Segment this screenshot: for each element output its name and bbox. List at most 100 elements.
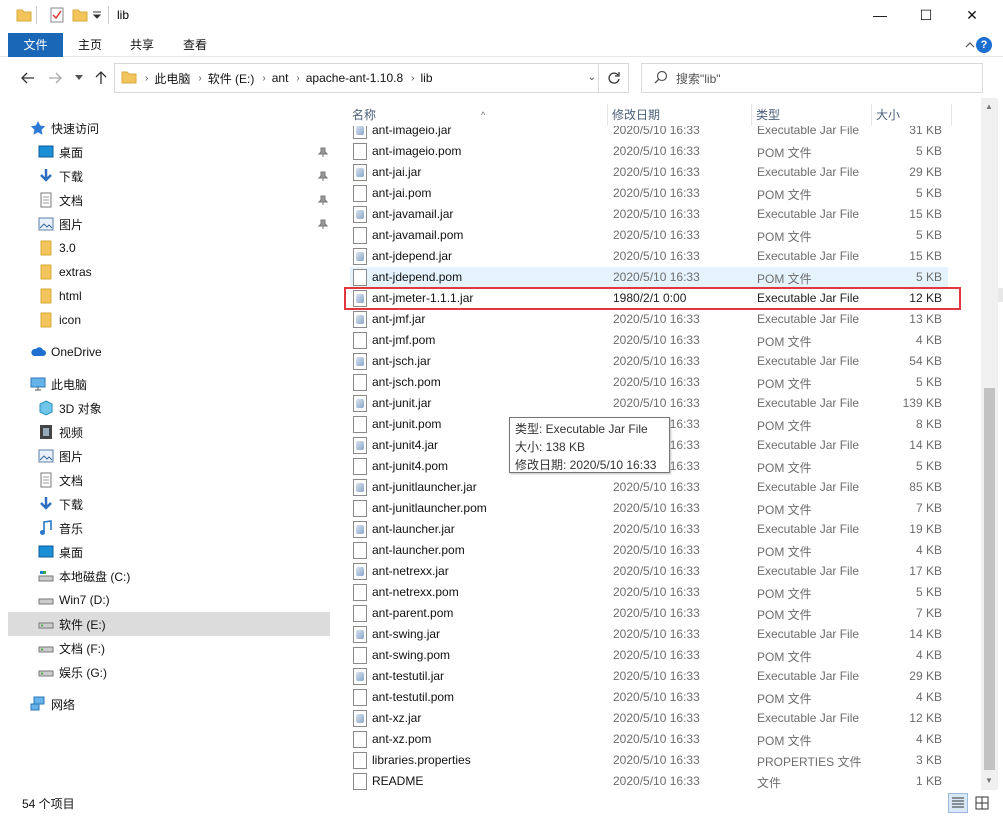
file-row[interactable]: ant-jai.pom 2020/5/10 16:33 POM 文件 5 KB bbox=[350, 183, 948, 204]
back-arrow-icon[interactable] bbox=[19, 69, 37, 87]
file-row[interactable]: ant-testutil.jar 2020/5/10 16:33 Executabl… bbox=[350, 666, 948, 687]
file-row[interactable]: ant-parent.pom 2020/5/10 16:33 POM 文件 7 KB bbox=[350, 603, 948, 624]
tab-view[interactable]: 查看 bbox=[169, 33, 221, 57]
breadcrumb-apache-ant[interactable]: apache-ant-1.10.8 bbox=[306, 71, 403, 85]
file-row[interactable]: ant-testutil.pom 2020/5/10 16:33 POM 文件 4 K… bbox=[350, 687, 948, 708]
column-header-date[interactable]: 修改日期 bbox=[607, 104, 751, 126]
scroll-down-icon[interactable]: ▼ bbox=[985, 776, 993, 785]
column-header-type[interactable]: 类型 bbox=[751, 104, 871, 126]
nav-folder-extras[interactable]: extras bbox=[38, 260, 330, 284]
tab-home[interactable]: 主页 bbox=[64, 33, 116, 57]
column-header-name[interactable]: 名称 ^ bbox=[348, 104, 606, 126]
breadcrumb-separator[interactable]: › bbox=[262, 73, 265, 84]
file-row[interactable]: libraries.properties 2020/5/10 16:33 PROPE… bbox=[350, 750, 948, 771]
up-arrow-icon[interactable] bbox=[92, 69, 110, 87]
breadcrumb-separator[interactable]: › bbox=[198, 73, 201, 84]
file-row[interactable]: ant-javamail.pom 2020/5/10 16:33 POM 文件 5 K… bbox=[350, 225, 948, 246]
nav-folder-3-0[interactable]: 3.0 bbox=[38, 236, 330, 260]
quick-access-dropdown-icon[interactable] bbox=[92, 6, 102, 24]
file-row[interactable]: ant-jsch.pom 2020/5/10 16:33 POM 文件 5 KB bbox=[350, 372, 948, 393]
pin-icon[interactable] bbox=[318, 171, 328, 181]
file-row[interactable]: ant-junitlauncher.jar 2020/5/10 16:33 Exec… bbox=[350, 477, 948, 498]
nav-drive-c[interactable]: 本地磁盘 (C:) bbox=[38, 564, 330, 588]
minimize-button[interactable]: — bbox=[857, 0, 903, 30]
file-row[interactable]: ant-jmf.pom 2020/5/10 16:33 POM 文件 4 KB bbox=[350, 330, 948, 351]
file-row[interactable]: ant-junit.jar 2020/5/10 16:33 Executable J… bbox=[350, 393, 948, 414]
details-view-button[interactable] bbox=[948, 793, 968, 813]
file-row[interactable]: ant-xz.pom 2020/5/10 16:33 POM 文件 4 KB bbox=[350, 729, 948, 750]
file-row[interactable]: ant-imageio.pom 2020/5/10 16:33 POM 文件 5 KB bbox=[350, 141, 948, 162]
tab-file[interactable]: 文件 bbox=[8, 33, 63, 57]
scrollbar-thumb[interactable] bbox=[984, 388, 995, 770]
nav-drive-d[interactable]: Win7 (D:) bbox=[38, 588, 330, 612]
vertical-scrollbar[interactable]: ▲ ▼ bbox=[981, 98, 998, 790]
expand-ribbon-icon[interactable] bbox=[965, 40, 975, 50]
file-row[interactable]: ant-xz.jar 2020/5/10 16:33 Executable Jar … bbox=[350, 708, 948, 729]
forward-arrow-icon[interactable] bbox=[46, 69, 64, 87]
close-button[interactable]: ✕ bbox=[949, 0, 995, 30]
pin-icon[interactable] bbox=[318, 195, 328, 205]
nav-quick-access[interactable]: 快速访问 bbox=[30, 116, 330, 140]
address-bar[interactable]: › 此电脑 › 软件 (E:) › ant › apache-ant-1.10.… bbox=[114, 63, 629, 93]
file-row[interactable]: ant-swing.jar 2020/5/10 16:33 Executable J… bbox=[350, 624, 948, 645]
nav-3d-objects[interactable]: 3D 对象 bbox=[38, 396, 330, 420]
refresh-button[interactable] bbox=[598, 64, 628, 92]
file-row[interactable]: ant-jmeter-1.1.1.jar 1980/2/1 0:00 Executa… bbox=[344, 287, 961, 310]
file-row[interactable]: ant-jai.jar 2020/5/10 16:33 Executable Jar… bbox=[350, 162, 948, 183]
file-row[interactable]: ant-junitlauncher.pom 2020/5/10 16:33 POM … bbox=[350, 498, 948, 519]
file-row[interactable]: ant-netrexx.pom 2020/5/10 16:33 POM 文件 5 KB bbox=[350, 582, 948, 603]
breadcrumb-separator[interactable]: › bbox=[411, 73, 414, 84]
help-icon[interactable]: ? bbox=[976, 37, 992, 53]
breadcrumb-separator[interactable]: › bbox=[145, 73, 148, 84]
breadcrumb-drive-e[interactable]: 软件 (E:) bbox=[208, 70, 255, 87]
breadcrumb-this-pc[interactable]: 此电脑 bbox=[154, 70, 190, 87]
address-dropdown-icon[interactable]: ⌄ bbox=[588, 72, 596, 83]
file-row[interactable]: ant-netrexx.jar 2020/5/10 16:33 Executable… bbox=[350, 561, 948, 582]
file-row[interactable]: ant-jdepend.jar 2020/5/10 16:33 Executable… bbox=[350, 246, 948, 267]
pin-icon[interactable] bbox=[318, 147, 328, 157]
nav-this-pc[interactable]: 此电脑 bbox=[30, 372, 330, 396]
nav-desktop-pc[interactable]: 桌面 bbox=[38, 540, 330, 564]
file-row[interactable]: ant-jdepend.pom 2020/5/10 16:33 POM 文件 5 KB bbox=[350, 267, 948, 288]
new-folder-icon[interactable] bbox=[72, 6, 88, 24]
pin-icon[interactable] bbox=[318, 219, 328, 229]
file-row[interactable]: ant-launcher.pom 2020/5/10 16:33 POM 文件 4 K… bbox=[350, 540, 948, 561]
nav-documents-pc[interactable]: 文档 bbox=[38, 468, 330, 492]
file-row[interactable]: ant-jmf.jar 2020/5/10 16:33 Executable Jar… bbox=[350, 309, 948, 330]
file-row[interactable]: ant-javamail.jar 2020/5/10 16:33 Executabl… bbox=[350, 204, 948, 225]
tab-share[interactable]: 共享 bbox=[116, 33, 168, 57]
sort-ascending-icon: ^ bbox=[481, 110, 486, 120]
file-name: ant-jmf.jar bbox=[372, 312, 426, 326]
nav-onedrive[interactable]: OneDrive bbox=[30, 340, 330, 364]
properties-icon[interactable] bbox=[49, 6, 65, 24]
nav-videos[interactable]: 视频 bbox=[38, 420, 330, 444]
nav-downloads[interactable]: 下载 bbox=[38, 164, 330, 188]
nav-drive-f[interactable]: 文档 (F:) bbox=[38, 636, 330, 660]
nav-documents[interactable]: 文档 bbox=[38, 188, 330, 212]
file-row[interactable]: README 2020/5/10 16:33 文件 1 KB bbox=[350, 771, 948, 790]
nav-drive-e[interactable]: 软件 (E:) bbox=[8, 612, 330, 636]
nav-drive-g[interactable]: 娱乐 (G:) bbox=[38, 660, 330, 684]
nav-pictures[interactable]: 图片 bbox=[38, 212, 330, 236]
recent-locations-icon[interactable] bbox=[70, 69, 88, 87]
breadcrumb-separator[interactable]: › bbox=[296, 73, 299, 84]
column-header-size[interactable]: 大小 bbox=[871, 104, 951, 126]
nav-folder-html[interactable]: html bbox=[38, 284, 330, 308]
file-row[interactable]: ant-jsch.jar 2020/5/10 16:33 Executable Ja… bbox=[350, 351, 948, 372]
file-row[interactable]: ant-launcher.jar 2020/5/10 16:33 Executabl… bbox=[350, 519, 948, 540]
breadcrumb-lib[interactable]: lib bbox=[421, 71, 433, 85]
file-row[interactable]: ant-imageio.jar 2020/5/10 16:33 Executable… bbox=[350, 126, 948, 141]
nav-desktop[interactable]: 桌面 bbox=[38, 140, 330, 164]
nav-folder-icon[interactable]: icon bbox=[38, 308, 330, 332]
file-row[interactable]: ant-swing.pom 2020/5/10 16:33 POM 文件 4 KB bbox=[350, 645, 948, 666]
search-input[interactable]: 搜索"lib" bbox=[641, 63, 983, 93]
nav-pictures-pc[interactable]: 图片 bbox=[38, 444, 330, 468]
large-icons-view-button[interactable] bbox=[972, 793, 992, 813]
nav-downloads-pc[interactable]: 下载 bbox=[38, 492, 330, 516]
scroll-up-icon[interactable]: ▲ bbox=[985, 102, 993, 111]
nav-music[interactable]: 音乐 bbox=[38, 516, 330, 540]
breadcrumb-ant[interactable]: ant bbox=[272, 71, 289, 85]
nav-network[interactable]: 网络 bbox=[30, 692, 330, 716]
maximize-button[interactable]: ☐ bbox=[903, 0, 949, 30]
file-size: 1 KB bbox=[915, 774, 942, 788]
